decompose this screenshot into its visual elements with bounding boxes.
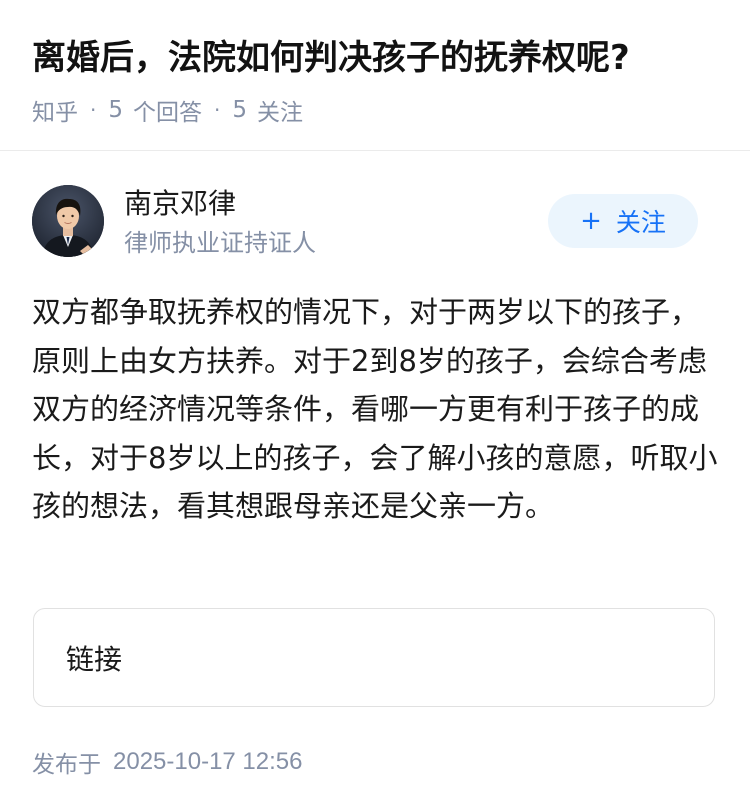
avatar[interactable] (32, 185, 104, 257)
answer-content: 双方都争取抚养权的情况下，对于两岁以下的孩子，原则上由女方扶养。对于2到8岁的孩… (32, 295, 718, 523)
author-badge: 律师执业证持证人 (124, 229, 316, 257)
meta-separator: · (90, 98, 97, 122)
publish-info: 发布于 2025-10-17 12:56 (32, 744, 303, 780)
question-meta: 知乎 · 5 个回答 · 5 关注 (32, 92, 303, 128)
publish-datetime: 2025-10-17 12:56 (113, 748, 303, 775)
follow-button-label: 关注 (615, 208, 666, 237)
follower-count: 5 (232, 97, 247, 123)
follow-button[interactable]: + 关注 (548, 194, 698, 248)
author-name[interactable]: 南京邓律 (124, 186, 236, 222)
plus-icon: + (580, 206, 602, 236)
answer-count-label[interactable]: 个回答 (133, 93, 202, 127)
source-label[interactable]: 知乎 (32, 93, 78, 127)
publish-prefix: 发布于 (32, 752, 101, 778)
link-card-label: 链接 (66, 642, 123, 676)
meta-separator: · (214, 98, 221, 122)
follower-count-label[interactable]: 关注 (257, 93, 303, 127)
divider (0, 150, 750, 151)
link-card[interactable]: 链接 (33, 608, 715, 707)
answer-count: 5 (108, 97, 123, 123)
question-title[interactable]: 离婚后，法院如何判决孩子的抚养权呢? (32, 30, 630, 86)
person-portrait-avatar-icon (32, 185, 104, 257)
